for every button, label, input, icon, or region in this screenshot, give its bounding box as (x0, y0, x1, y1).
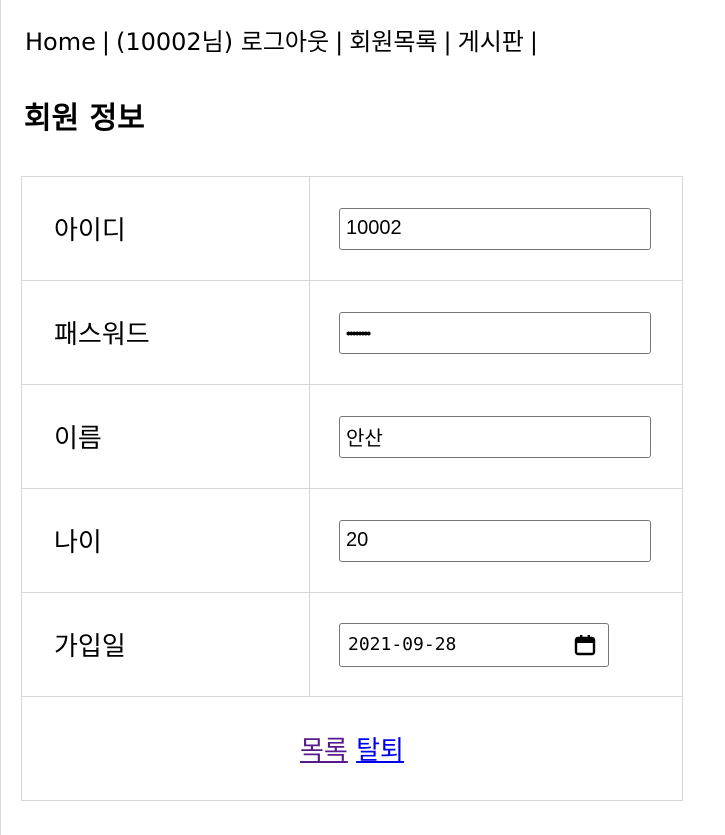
name-label: 이름 (21, 384, 310, 489)
password-cell (309, 280, 683, 385)
calendar-icon[interactable] (574, 634, 596, 656)
name-cell (309, 384, 683, 489)
id-input[interactable] (339, 207, 651, 250)
join-date-input[interactable]: 2021-09-28 (339, 622, 609, 667)
nav-separator: | (101, 28, 110, 56)
nav-separator: | (443, 28, 452, 56)
nav-board-link[interactable]: 게시판 (458, 28, 524, 56)
join-date-label: 가입일 (21, 592, 310, 697)
nav-separator: | (529, 28, 538, 56)
member-info-table: 아이디 패스워드 이름 나이 가입일 2021-09-28 (21, 176, 683, 801)
age-cell (309, 488, 683, 593)
nav-separator: | (335, 28, 344, 56)
join-date-cell: 2021-09-28 (309, 592, 683, 697)
password-label: 패스워드 (21, 280, 310, 385)
table-row: 이름 (21, 384, 683, 489)
join-date-value: 2021-09-28 (348, 634, 457, 655)
table-row: 목록 탈퇴 (21, 696, 683, 801)
withdraw-link[interactable]: 탈퇴 (356, 736, 404, 766)
age-label: 나이 (21, 488, 310, 593)
nav-user-label: (10002님) (115, 28, 234, 56)
age-input[interactable] (339, 519, 651, 562)
page-left-border (0, 0, 8, 835)
name-input[interactable] (339, 415, 651, 458)
table-row: 나이 (21, 488, 683, 593)
actions-cell: 목록 탈퇴 (21, 696, 683, 801)
nav-logout-link[interactable]: 로그아웃 (241, 28, 329, 56)
top-navigation: Home | (10002님) 로그아웃 | 회원목록 | 게시판 | (25, 24, 544, 60)
id-label: 아이디 (21, 176, 310, 281)
table-row: 가입일 2021-09-28 (21, 592, 683, 697)
nav-members-link[interactable]: 회원목록 (349, 28, 437, 56)
page-title: 회원 정보 (24, 101, 145, 136)
nav-home-link[interactable]: Home (25, 28, 96, 56)
list-link[interactable]: 목록 (300, 736, 348, 766)
table-row: 패스워드 (21, 280, 683, 385)
table-row: 아이디 (21, 176, 683, 281)
id-cell (309, 176, 683, 281)
password-input[interactable] (339, 311, 651, 354)
